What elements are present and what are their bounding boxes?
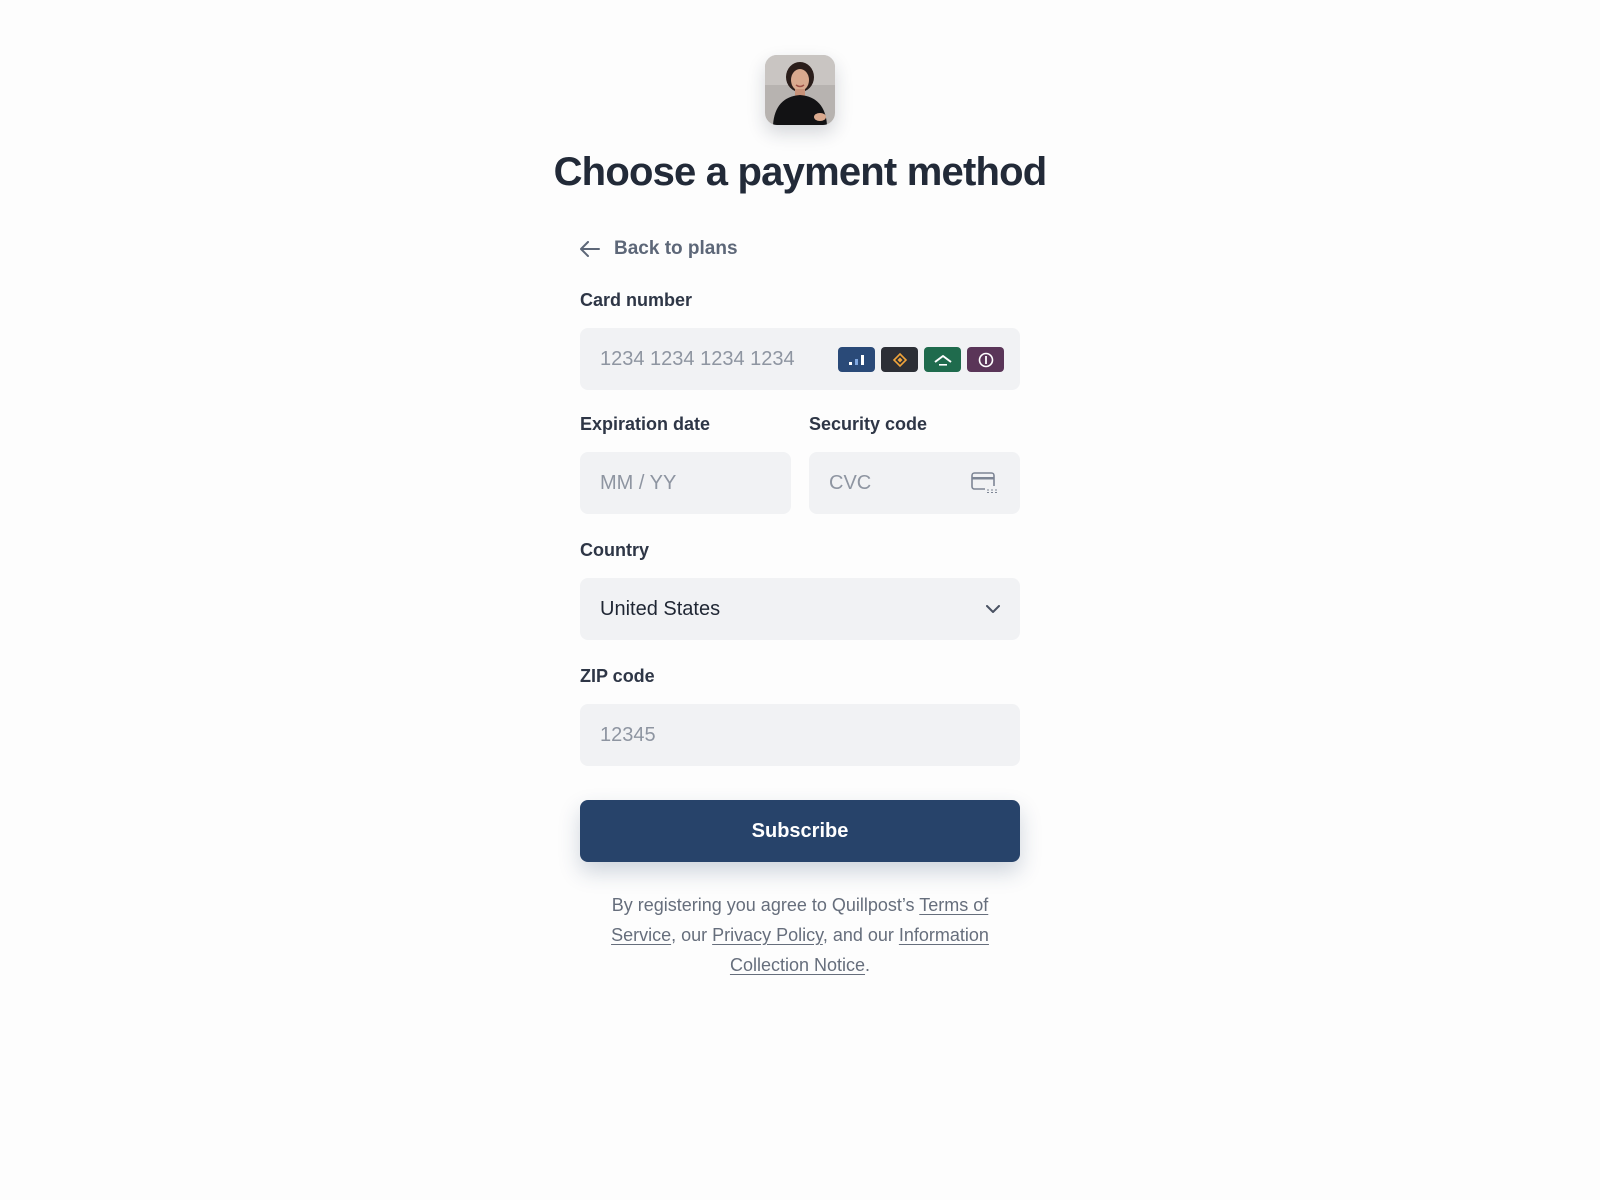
card-number-field: [580, 328, 1020, 390]
chevron-down-icon: [986, 604, 1000, 613]
expiration-date-field: [580, 452, 791, 514]
avatar-image: [765, 55, 835, 125]
circle-brand-icon: [967, 347, 1004, 372]
payment-form: Back to plans Card number 1234 1234 1234…: [580, 232, 1020, 980]
card-number-label: Card number: [580, 290, 693, 310]
country-label: Country: [580, 540, 649, 560]
country-select[interactable]: United States: [580, 578, 1020, 640]
legal-separator-2: , and our: [822, 925, 899, 945]
card-brand-icons: [838, 347, 1004, 372]
security-code-label: Security code: [809, 414, 928, 434]
subscribe-button[interactable]: Subscribe: [580, 800, 1020, 862]
back-to-plans-link[interactable]: Back to plans: [580, 232, 1020, 266]
card-cvc-icon: [971, 472, 999, 495]
legal-notice: By registering you agree to Quillpost’s …: [580, 890, 1020, 980]
country-select-value: United States: [600, 597, 721, 620]
security-code-column: Security code: [809, 414, 1020, 514]
expiration-date-label: Expiration date: [580, 414, 711, 434]
security-code-field: [809, 452, 1020, 514]
back-link-label: Back to plans: [614, 238, 738, 259]
zip-code-label: ZIP code: [580, 666, 655, 686]
bar-chart-brand-icon: [838, 347, 875, 372]
chevron-brand-icon: [924, 347, 961, 372]
arrow-left-icon: [580, 241, 600, 257]
expiry-cvc-row: Expiration date Security code: [580, 414, 1020, 514]
expiration-column: Expiration date: [580, 414, 791, 514]
zip-code-input[interactable]: [600, 723, 1000, 747]
diamond-brand-icon: [881, 347, 918, 372]
privacy-policy-link[interactable]: Privacy Policy: [712, 925, 823, 945]
page-title: Choose a payment method: [553, 150, 1048, 194]
avatar: [765, 55, 835, 125]
legal-suffix: .: [865, 955, 871, 975]
legal-prefix: By registering you agree to Quillpost’s: [611, 895, 920, 915]
legal-separator-1: , our: [671, 925, 713, 945]
expiration-date-input[interactable]: [600, 471, 771, 495]
payment-page: Choose a payment method Back to plans Ca…: [0, 0, 1600, 1200]
zip-code-field: [580, 704, 1020, 766]
